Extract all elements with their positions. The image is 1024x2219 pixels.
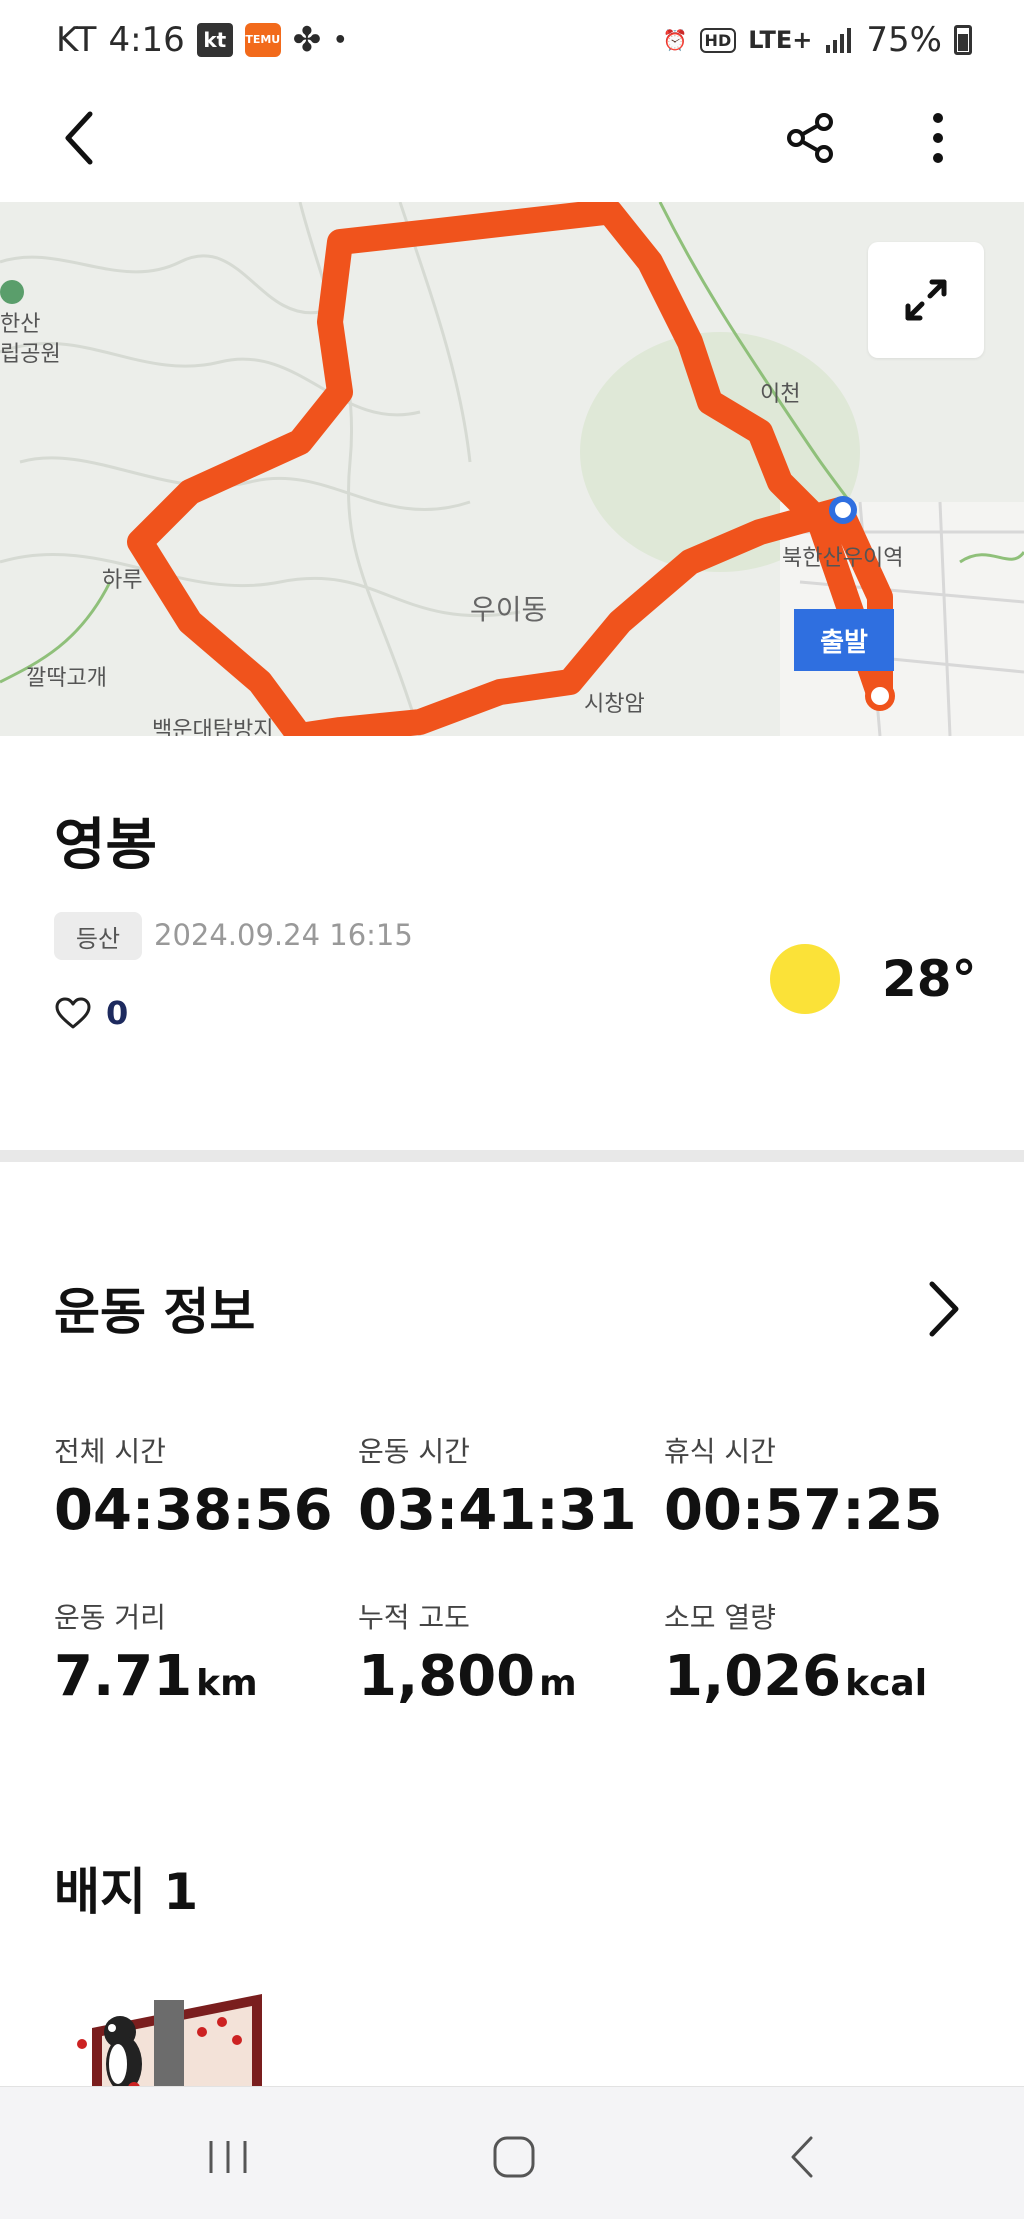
- map-label-park: 한산 립공원: [0, 312, 61, 367]
- map-label-haru: 하루: [102, 568, 143, 593]
- home-button[interactable]: [464, 2117, 564, 2197]
- status-bar: KT 4:16 kt TEMU ✤ • ⏰ HD LTE+ 75%: [0, 0, 1024, 80]
- share-button[interactable]: [770, 98, 850, 178]
- stat-label: 전체 시간: [54, 1435, 166, 1468]
- signal-icon: [824, 25, 854, 55]
- hd-voice-icon: HD: [699, 27, 737, 53]
- map-expand-button[interactable]: [868, 242, 984, 358]
- stat-calories: 소모 열량 1,026 kcal: [664, 1596, 927, 1709]
- like-button[interactable]: 0: [54, 994, 128, 1032]
- stat-value: 00:57:25: [664, 1478, 943, 1543]
- badges-heading: 배지 1: [54, 1863, 199, 1921]
- temu-app-icon: TEMU: [244, 23, 281, 57]
- carrier-label: KT: [56, 20, 97, 60]
- map-label-shelter: 백운대탐방지: [152, 718, 274, 736]
- stat-total-time: 전체 시간 04:38:56: [54, 1430, 333, 1543]
- route-map[interactable]: 한산 립공원 하루 깔딱고개 백운대탐방지 우이동 이천 북한산우이역 시창암 …: [0, 202, 1024, 736]
- map-label-temple: 시창암: [584, 692, 645, 717]
- stat-value: 03:41:31: [358, 1478, 637, 1543]
- activity-datetime: 2024.09.24 16:15: [154, 918, 413, 952]
- back-arrow-icon: [791, 2136, 813, 2178]
- category-tag: 등산: [54, 912, 142, 960]
- recent-apps-icon: [209, 2141, 247, 2173]
- battery-percent: 75%: [866, 20, 942, 60]
- notification-dot-icon: •: [333, 27, 348, 53]
- stat-value: 1,800 m: [358, 1644, 577, 1709]
- stat-label: 운동 거리: [54, 1601, 166, 1634]
- network-type-label: LTE+: [748, 26, 813, 54]
- weather-info: 28°: [770, 944, 977, 1014]
- like-count: 0: [106, 994, 129, 1032]
- temperature: 28°: [882, 950, 977, 1008]
- badge-woodpecker-icon[interactable]: [72, 1992, 268, 2094]
- stat-value: 1,026 kcal: [664, 1644, 928, 1709]
- stat-elevation: 누적 고도 1,800 m: [358, 1596, 577, 1709]
- stat-unit: km: [196, 1663, 258, 1704]
- stat-rest-time: 휴식 시간 00:57:25: [664, 1430, 943, 1543]
- map-label-station: 북한산우이역: [782, 546, 904, 571]
- more-vertical-icon: [933, 113, 943, 163]
- activity-title: 영봉: [54, 813, 158, 878]
- chevron-right-icon: [929, 1281, 959, 1337]
- map-label-stream: 이천: [760, 382, 801, 407]
- battery-icon: [954, 25, 972, 55]
- home-icon: [493, 2136, 535, 2178]
- heart-icon: [55, 997, 91, 1029]
- more-options-button[interactable]: [898, 98, 978, 178]
- section-divider: [0, 1150, 1024, 1162]
- stat-unit: kcal: [845, 1663, 928, 1704]
- top-app-bar: [0, 80, 1024, 202]
- fan-icon: ✤: [292, 20, 322, 60]
- clock: 4:16: [108, 20, 185, 60]
- stat-unit: m: [539, 1663, 577, 1704]
- stat-value: 7.71 km: [54, 1644, 258, 1709]
- start-marker: 출발: [794, 609, 894, 671]
- stat-label: 휴식 시간: [664, 1435, 776, 1468]
- map-label-pass: 깔딱고개: [26, 666, 107, 691]
- sun-icon: [770, 944, 840, 1014]
- expand-icon: [905, 279, 947, 321]
- system-navigation-bar: [0, 2086, 1024, 2219]
- stat-label: 운동 시간: [358, 1435, 470, 1468]
- stat-distance: 운동 거리 7.71 km: [54, 1596, 258, 1709]
- chevron-left-icon: [65, 111, 93, 165]
- exercise-info-heading: 운동 정보: [54, 1283, 256, 1341]
- stat-value: 04:38:56: [54, 1478, 333, 1543]
- stat-exercise-time: 운동 시간 03:41:31: [358, 1430, 637, 1543]
- alarm-icon: ⏰: [662, 28, 688, 52]
- stat-label: 누적 고도: [358, 1601, 470, 1634]
- stat-label: 소모 열량: [664, 1601, 776, 1634]
- back-button[interactable]: [40, 98, 120, 178]
- recent-apps-button[interactable]: [178, 2117, 278, 2197]
- map-label-district: 우이동: [470, 593, 548, 626]
- share-icon: [787, 113, 833, 163]
- system-back-button[interactable]: [752, 2117, 852, 2197]
- kt-app-icon: kt: [196, 23, 233, 57]
- exercise-info-more-button[interactable]: [918, 1276, 968, 1342]
